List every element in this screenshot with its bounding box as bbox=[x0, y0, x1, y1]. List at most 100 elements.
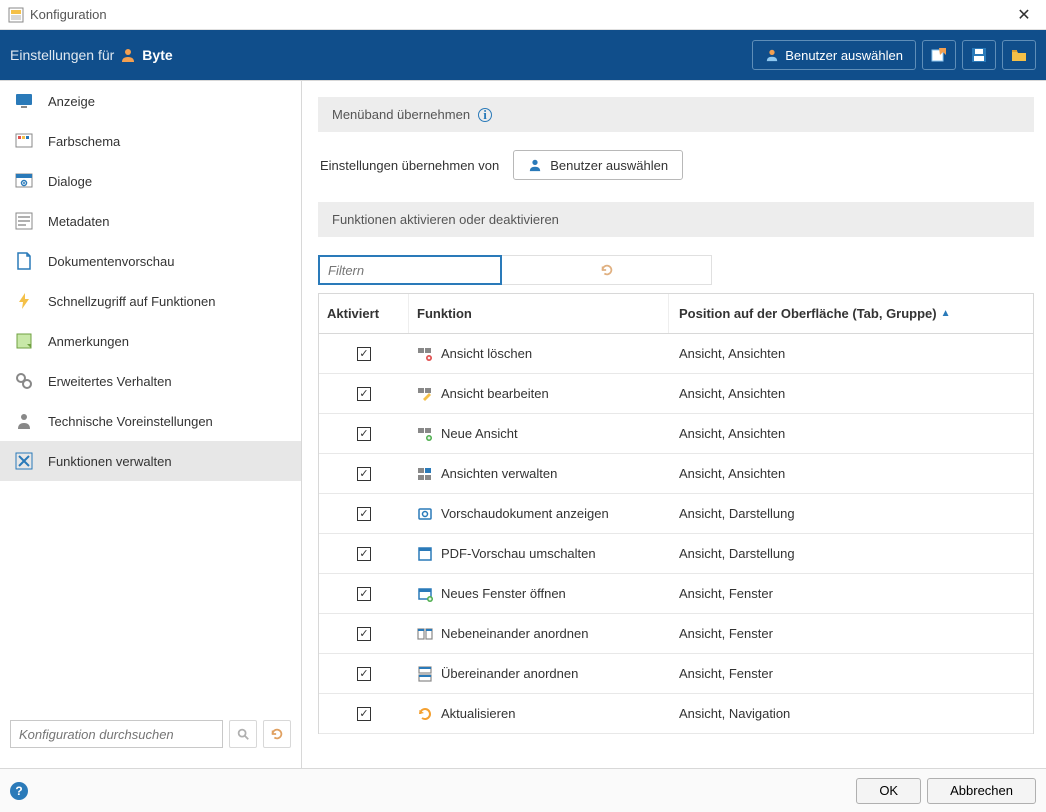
function-icon bbox=[417, 426, 433, 442]
help-button[interactable]: ? bbox=[10, 782, 28, 800]
function-position: Ansicht, Fenster bbox=[679, 586, 773, 601]
close-button[interactable]: ✕ bbox=[1010, 5, 1038, 25]
header-prefix: Einstellungen für bbox=[10, 47, 114, 63]
function-name: Ansicht bearbeiten bbox=[441, 386, 549, 401]
section-title: Menüband übernehmen bbox=[332, 107, 470, 122]
table-row[interactable]: ✓ Ansicht bearbeiten Ansicht, Ansichten bbox=[319, 374, 1033, 414]
user-icon bbox=[528, 158, 542, 172]
function-icon bbox=[417, 706, 433, 722]
select-user-button[interactable]: Benutzer auswählen bbox=[752, 40, 916, 70]
col-function-header[interactable]: Funktion bbox=[409, 294, 669, 333]
sidebar-item-anzeige[interactable]: Anzeige bbox=[0, 81, 301, 121]
filter-input[interactable] bbox=[318, 255, 502, 285]
function-icon bbox=[417, 586, 433, 602]
function-position: Ansicht, Fenster bbox=[679, 666, 773, 681]
table-row[interactable]: ✓ Neues Fenster öffnen Ansicht, Fenster bbox=[319, 574, 1033, 614]
function-name: Vorschaudokument anzeigen bbox=[441, 506, 609, 521]
ok-button[interactable]: OK bbox=[856, 778, 921, 804]
function-icon bbox=[417, 546, 433, 562]
table-row[interactable]: ✓ Aktualisieren Ansicht, Navigation bbox=[319, 694, 1033, 734]
table-row[interactable]: ✓Nebeneinander anordnenAnsicht, Fenster bbox=[319, 614, 1033, 654]
cancel-button[interactable]: Abbrechen bbox=[927, 778, 1036, 804]
function-icon bbox=[417, 466, 433, 482]
info-icon[interactable]: i bbox=[478, 108, 492, 122]
transfer-settings-button[interactable] bbox=[922, 40, 956, 70]
sidebar-item-farbschema[interactable]: Farbschema bbox=[0, 121, 301, 161]
function-position: Ansicht, Darstellung bbox=[679, 546, 795, 561]
refresh-icon bbox=[600, 263, 614, 277]
sidebar-item-metadaten[interactable]: Metadaten bbox=[0, 201, 301, 241]
enabled-checkbox[interactable]: ✓ bbox=[357, 587, 371, 601]
function-name: Ansicht löschen bbox=[441, 346, 532, 361]
search-icon bbox=[236, 727, 250, 741]
enabled-checkbox[interactable]: ✓ bbox=[357, 667, 371, 681]
table-row[interactable]: ✓Ansicht löschenAnsicht, Ansichten bbox=[319, 334, 1033, 374]
sidebar-item-label: Metadaten bbox=[48, 214, 109, 229]
table-header: Aktiviert Funktion Position auf der Ober… bbox=[319, 294, 1033, 334]
function-position: Ansicht, Darstellung bbox=[679, 506, 795, 521]
table-row[interactable]: ✓Neue AnsichtAnsicht, Ansichten bbox=[319, 414, 1033, 454]
adopt-select-user-button[interactable]: Benutzer auswählen bbox=[513, 150, 683, 180]
open-folder-button[interactable] bbox=[1002, 40, 1036, 70]
tools-icon bbox=[14, 451, 34, 471]
sidebar-item-label: Anmerkungen bbox=[48, 334, 129, 349]
window-title: Konfiguration bbox=[30, 7, 1010, 22]
sidebar-item-anmerkungen[interactable]: Anmerkungen bbox=[0, 321, 301, 361]
search-reset-button[interactable] bbox=[263, 720, 291, 748]
enabled-checkbox[interactable]: ✓ bbox=[357, 427, 371, 441]
function-name: Aktualisieren bbox=[441, 706, 515, 721]
sort-ascending-icon: ▲ bbox=[941, 308, 951, 319]
search-button[interactable] bbox=[229, 720, 257, 748]
document-icon bbox=[14, 251, 34, 271]
function-name: Neues Fenster öffnen bbox=[441, 586, 566, 601]
enabled-checkbox[interactable]: ✓ bbox=[357, 507, 371, 521]
palette-icon bbox=[14, 131, 34, 151]
function-position: Ansicht, Ansichten bbox=[679, 426, 785, 441]
table-row[interactable]: ✓ Übereinander anordnen Ansicht, Fenster bbox=[319, 654, 1033, 694]
sidebar-item-label: Technische Voreinstellungen bbox=[48, 414, 213, 429]
sidebar-item-technische-voreinstellungen[interactable]: Technische Voreinstellungen bbox=[0, 401, 301, 441]
col-enabled-header[interactable]: Aktiviert bbox=[319, 294, 409, 333]
table-row[interactable]: ✓ Vorschaudokument anzeigen Ansicht, Darst… bbox=[319, 494, 1033, 534]
user-icon bbox=[765, 48, 779, 62]
section-funktionen: Funktionen aktivieren oder deaktivieren bbox=[318, 202, 1034, 237]
function-name: Übereinander anordnen bbox=[441, 666, 578, 681]
title-bar: Konfiguration ✕ bbox=[0, 0, 1046, 30]
save-button[interactable] bbox=[962, 40, 996, 70]
wrench-user-icon bbox=[14, 411, 34, 431]
sidebar-item-label: Schnellzugriff auf Funktionen bbox=[48, 294, 215, 309]
sidebar-item-erweitertes-verhalten[interactable]: Erweitertes Verhalten bbox=[0, 361, 301, 401]
function-icon bbox=[417, 626, 433, 642]
adopt-row: Einstellungen übernehmen von Benutzer au… bbox=[318, 132, 1034, 202]
enabled-checkbox[interactable]: ✓ bbox=[357, 707, 371, 721]
table-row[interactable]: ✓Ansichten verwaltenAnsicht, Ansichten bbox=[319, 454, 1033, 494]
content-area: Menüband übernehmen i Einstellungen über… bbox=[302, 81, 1046, 768]
adopt-button-label: Benutzer auswählen bbox=[550, 158, 668, 173]
enabled-checkbox[interactable]: ✓ bbox=[357, 387, 371, 401]
sidebar: Anzeige Farbschema Dialoge Metadaten bbox=[0, 81, 302, 768]
sidebar-bottom bbox=[0, 708, 301, 768]
main-area: Anzeige Farbschema Dialoge Metadaten bbox=[0, 80, 1046, 768]
enabled-checkbox[interactable]: ✓ bbox=[357, 547, 371, 561]
enabled-checkbox[interactable]: ✓ bbox=[357, 347, 371, 361]
sidebar-item-dialoge[interactable]: Dialoge bbox=[0, 161, 301, 201]
col-position-header[interactable]: Position auf der Oberfläche (Tab, Gruppe… bbox=[669, 294, 1033, 333]
sidebar-item-dokumentenvorschau[interactable]: Dokumentenvorschau bbox=[0, 241, 301, 281]
function-position: Ansicht, Navigation bbox=[679, 706, 790, 721]
enabled-checkbox[interactable]: ✓ bbox=[357, 627, 371, 641]
filter-reset-button[interactable] bbox=[502, 255, 712, 285]
sidebar-item-funktionen-verwalten[interactable]: Funktionen verwalten bbox=[0, 441, 301, 481]
enabled-checkbox[interactable]: ✓ bbox=[357, 467, 371, 481]
table-row[interactable]: ✓PDF-Vorschau umschaltenAnsicht, Darstel… bbox=[319, 534, 1033, 574]
config-search-input[interactable] bbox=[10, 720, 223, 748]
section-title: Funktionen aktivieren oder deaktivieren bbox=[332, 212, 559, 227]
function-icon bbox=[417, 506, 433, 522]
footer-bar: ? OK Abbrechen bbox=[0, 768, 1046, 812]
function-position: Ansicht, Fenster bbox=[679, 626, 773, 641]
table-body[interactable]: ✓Ansicht löschenAnsicht, Ansichten✓Ansic… bbox=[319, 334, 1033, 734]
sidebar-item-schnellzugriff[interactable]: Schnellzugriff auf Funktionen bbox=[0, 281, 301, 321]
function-position: Ansicht, Ansichten bbox=[679, 386, 785, 401]
lightning-icon bbox=[14, 291, 34, 311]
sidebar-item-label: Anzeige bbox=[48, 94, 95, 109]
note-icon bbox=[14, 331, 34, 351]
